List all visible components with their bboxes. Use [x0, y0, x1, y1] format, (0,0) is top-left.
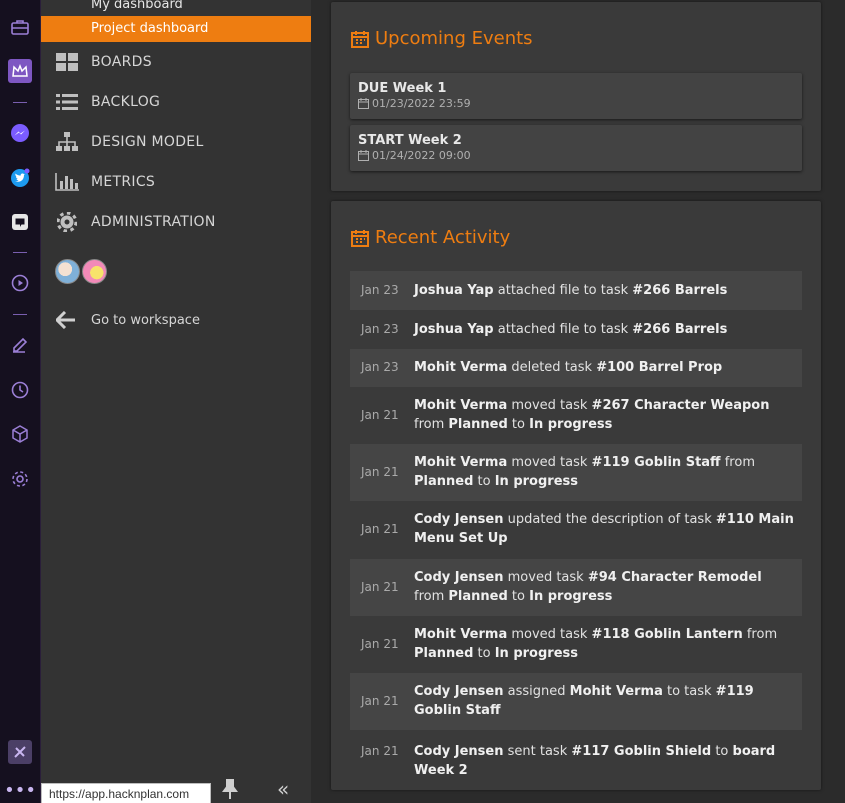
- activity-date: Jan 21: [361, 693, 399, 708]
- calendar-icon: [358, 98, 369, 109]
- avatar[interactable]: [55, 259, 80, 284]
- activity-text: Cody Jensen moved task #94 Character Rem…: [414, 570, 762, 604]
- activity-text: Joshua Yap attached file to task #266 Ba…: [414, 282, 728, 298]
- activity-text: Cody Jensen assigned Mohit Verma to task…: [414, 684, 754, 718]
- cube-icon[interactable]: [8, 422, 32, 446]
- event-date: 01/23/2022 23:59: [358, 97, 471, 110]
- project-sidebar: My dashboard Project dashboard BOARDS BA…: [41, 0, 311, 803]
- member-avatars: [55, 259, 107, 284]
- activity-text: Cody Jensen updated the description of t…: [414, 512, 794, 546]
- upcoming-events-title: Upcoming Events: [375, 28, 533, 49]
- activity-date: Jan 23: [361, 321, 399, 336]
- pin-icon[interactable]: [221, 779, 239, 803]
- activity-text: Mohit Verma moved task #119 Goblin Staff…: [414, 455, 755, 489]
- event-date: 01/24/2022 09:00: [358, 149, 471, 162]
- sidebar-item-boards[interactable]: BOARDS: [41, 42, 311, 82]
- boards-icon: [41, 53, 91, 71]
- go-to-workspace-label: Go to workspace: [91, 312, 200, 328]
- activity-date: Jan 21: [361, 407, 399, 422]
- sidebar-item-label: METRICS: [91, 174, 156, 190]
- app-root: ••• My dashboard Project dashboard BOARD…: [0, 0, 845, 803]
- sidebar-item-label: BACKLOG: [91, 94, 161, 110]
- arrow-left-icon: [41, 311, 91, 329]
- activity-text: Mohit Verma moved task #118 Goblin Lante…: [414, 627, 778, 661]
- edit-icon[interactable]: [8, 333, 32, 357]
- activity-date: Jan 21: [361, 579, 399, 594]
- activity-row[interactable]: Jan 23 Joshua Yap attached file to task #…: [350, 271, 802, 310]
- activity-date: Jan 23: [361, 282, 399, 297]
- clock-icon[interactable]: [8, 378, 32, 402]
- sidebar-item-design-model[interactable]: DESIGN MODEL: [41, 122, 311, 162]
- calendar-icon: [358, 150, 369, 161]
- play-circle-icon[interactable]: [8, 271, 32, 295]
- app-rail: •••: [0, 0, 41, 803]
- activity-date: Jan 21: [361, 636, 399, 651]
- activity-row[interactable]: Jan 23 Mohit Verma deleted task #100 Barr…: [350, 349, 802, 387]
- go-to-workspace-link[interactable]: Go to workspace: [41, 303, 311, 337]
- briefcase-icon[interactable]: [8, 15, 32, 39]
- discord-icon[interactable]: [8, 210, 32, 234]
- event-card[interactable]: START Week 2 01/24/2022 09:00: [350, 125, 802, 171]
- more-icon[interactable]: •••: [4, 779, 36, 803]
- crown-icon[interactable]: [8, 59, 32, 83]
- hacknplan-logo-icon[interactable]: [8, 740, 32, 764]
- activity-row[interactable]: Jan 21 Mohit Verma moved task #118 Goblin…: [350, 616, 802, 673]
- sidebar-item-label: DESIGN MODEL: [91, 134, 204, 150]
- activity-text: Mohit Verma deleted task #100 Barrel Pro…: [414, 360, 723, 375]
- status-url-tooltip: https://app.hacknplan.com: [41, 783, 211, 803]
- sidebar-item-administration[interactable]: ADMINISTRATION: [41, 202, 311, 242]
- sidebar-item-backlog[interactable]: BACKLOG: [41, 82, 311, 122]
- sidebar-item-metrics[interactable]: METRICS: [41, 162, 311, 202]
- activity-date: Jan 21: [361, 464, 399, 479]
- activity-row[interactable]: Jan 21 Cody Jensen moved task #94 Charact…: [350, 559, 802, 616]
- activity-date: Jan 21: [361, 744, 399, 758]
- activity-date: Jan 23: [361, 360, 399, 374]
- activity-row[interactable]: Jan 21 Mohit Verma moved task #119 Goblin…: [350, 444, 802, 501]
- hierarchy-icon: [41, 132, 91, 152]
- event-title: DUE Week 1: [358, 81, 447, 96]
- sidebar-item-label: ADMINISTRATION: [91, 214, 216, 230]
- dashboard-main: Upcoming Events DUE Week 1 01/23/2022 23…: [311, 0, 845, 803]
- sidebar-item-project-dashboard[interactable]: Project dashboard: [41, 16, 311, 42]
- panel-title: Recent Activity: [351, 227, 510, 248]
- recent-activity-panel: Recent Activity Jan 23 Joshua Yap attache…: [331, 201, 821, 790]
- panel-title: Upcoming Events: [351, 28, 533, 49]
- activity-row[interactable]: Jan 21 Cody Jensen sent task #117 Goblin …: [350, 730, 802, 778]
- activity-row[interactable]: Jan 21 Mohit Verma moved task #267 Charac…: [350, 387, 802, 444]
- activity-row[interactable]: Jan 21 Cody Jensen assigned Mohit Verma t…: [350, 673, 802, 730]
- list-icon: [41, 93, 91, 111]
- sidebar-item-label: BOARDS: [91, 54, 152, 70]
- event-title: START Week 2: [358, 133, 462, 148]
- activity-text: Joshua Yap attached file to task #266 Ba…: [414, 321, 728, 337]
- recent-activity-title: Recent Activity: [375, 227, 511, 248]
- activity-text: Mohit Verma moved task #267 Character We…: [414, 398, 770, 432]
- upcoming-events-panel: Upcoming Events DUE Week 1 01/23/2022 23…: [331, 2, 821, 191]
- gear-icon[interactable]: [8, 467, 32, 491]
- calendar-icon: [351, 30, 369, 48]
- bar-chart-icon: [41, 173, 91, 191]
- activity-row[interactable]: Jan 23 Joshua Yap attached file to task #…: [350, 310, 802, 349]
- messenger-icon[interactable]: [8, 121, 32, 145]
- collapse-sidebar-icon[interactable]: «: [277, 777, 289, 801]
- gear-icon: [41, 212, 91, 232]
- activity-row[interactable]: Jan 21 Cody Jensen updated the descriptio…: [350, 501, 802, 559]
- twitter-icon[interactable]: [8, 166, 32, 190]
- calendar-icon: [351, 229, 369, 247]
- activity-date: Jan 21: [361, 522, 399, 536]
- avatar[interactable]: [82, 259, 107, 284]
- event-card[interactable]: DUE Week 1 01/23/2022 23:59: [350, 73, 802, 119]
- activity-text: Cody Jensen sent task #117 Goblin Shield…: [414, 744, 776, 778]
